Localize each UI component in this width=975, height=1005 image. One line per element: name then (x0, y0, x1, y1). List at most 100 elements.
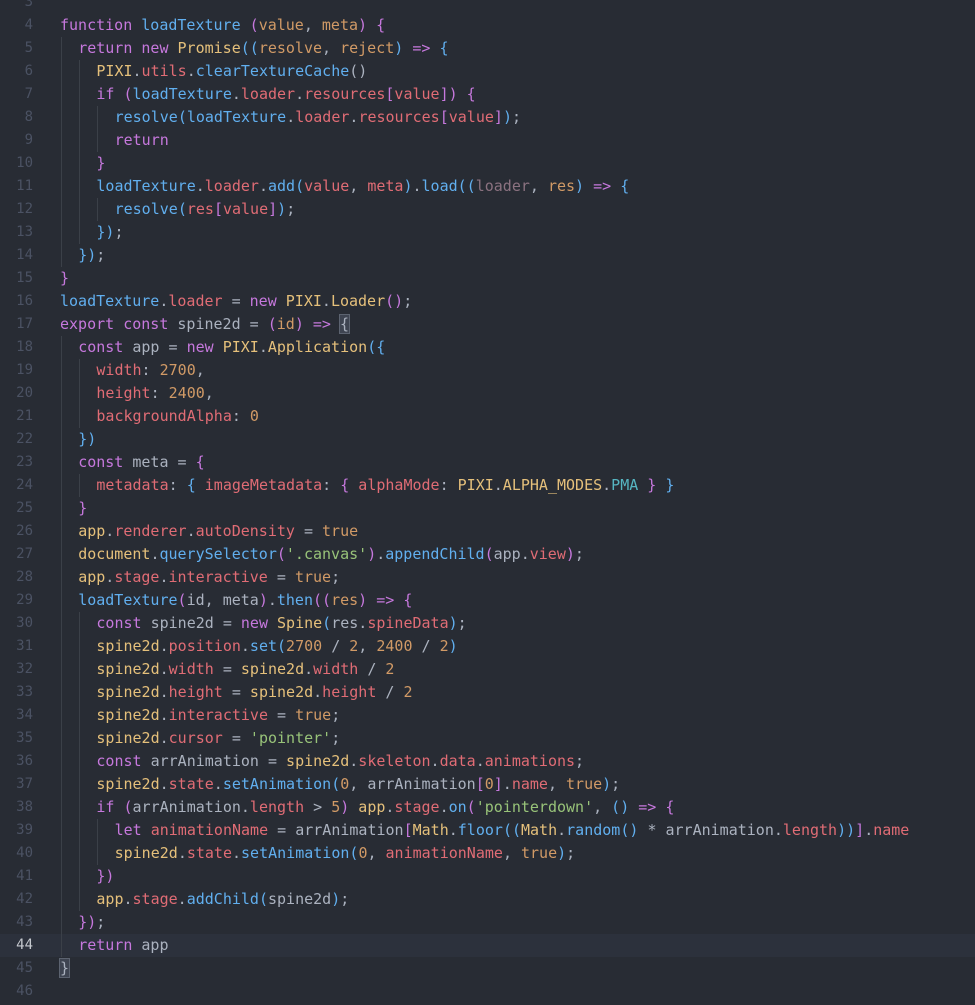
code-line[interactable]: 12 resolve(res[value]); (0, 198, 975, 221)
code-token: loader (168, 292, 223, 310)
code-token: { (338, 314, 351, 334)
code-token: id (186, 591, 205, 609)
code-token: (( (240, 39, 259, 57)
code-token: => (376, 591, 395, 609)
code-text: }) (96, 865, 114, 888)
code-token: state (186, 844, 232, 862)
code-line[interactable]: 19 width: 2700, (0, 359, 975, 382)
code-line[interactable]: 5 return new Promise((resolve, reject) =>… (0, 37, 975, 60)
code-line[interactable]: 35 spine2d.cursor = 'pointer'; (0, 727, 975, 750)
code-editor[interactable]: 3 4 function loadTexture (value, meta) {5 r… (0, 0, 975, 1003)
code-line[interactable]: 3 (0, 0, 975, 14)
code-token: on (448, 798, 467, 816)
code-line[interactable]: 11 loadTexture.loader.add(value, meta).lo… (0, 175, 975, 198)
code-line[interactable]: 6 PIXI.utils.clearTextureCache() (0, 60, 975, 83)
code-token: = (222, 660, 232, 678)
code-line[interactable]: 38 if (arrAnimation.length > 5) app.stage… (0, 796, 975, 819)
code-token: . (475, 752, 485, 770)
code-token: imageMetadata (204, 476, 323, 494)
code-line[interactable]: 31 spine2d.position.set(2700 / 2, 2400 / … (0, 635, 975, 658)
code-line[interactable]: 45} (0, 957, 975, 980)
code-text: } (78, 497, 87, 520)
code-token: , (349, 775, 368, 793)
code-line[interactable]: 15} (0, 267, 975, 290)
code-token: alphaMode (358, 476, 440, 494)
code-line[interactable]: 18 const app = new PIXI.Application({ (0, 336, 975, 359)
code-line[interactable]: 23 const meta = { (0, 451, 975, 474)
indent-guide (61, 129, 62, 152)
indent-guide (79, 175, 81, 198)
code-token: : (322, 476, 341, 494)
code-token: ; (286, 200, 296, 218)
code-line[interactable]: 34 spine2d.interactive = true; (0, 704, 975, 727)
code-line[interactable]: 16 loadTexture.loader = new PIXI.Loader()… (0, 290, 975, 313)
code-line[interactable]: 28 app.stage.interactive = true; (0, 566, 975, 589)
code-line[interactable]: 25} (0, 497, 975, 520)
code-token: animations (484, 752, 576, 770)
code-line[interactable]: 14}); (0, 244, 975, 267)
code-line[interactable]: 13}); (0, 221, 975, 244)
code-line[interactable]: 30 const spine2d = new Spine(res.spineDat… (0, 612, 975, 635)
code-token: . (358, 614, 368, 632)
code-line[interactable]: 26 app.renderer.autoDensity = true (0, 520, 975, 543)
indent-guide (79, 198, 81, 221)
code-token: PIXI (457, 476, 494, 494)
code-token: true (294, 568, 332, 586)
code-line[interactable]: 43}); (0, 911, 975, 934)
code-line[interactable]: 10} (0, 152, 975, 175)
code-token: ( (322, 614, 332, 632)
code-line[interactable]: 20 height: 2400, (0, 382, 975, 405)
code-line[interactable]: 42 app.stage.addChild(spine2d); (0, 888, 975, 911)
code-line[interactable]: 39 let animationName = arrAnimation[Math.… (0, 819, 975, 842)
code-token: , (358, 637, 377, 655)
code-token: renderer (114, 522, 187, 540)
line-number: 14 (16, 247, 33, 263)
code-token: data (439, 752, 476, 770)
code-line[interactable]: 7 if (loadTexture.loader.resources[value]… (0, 83, 975, 106)
code-line[interactable]: 4 function loadTexture (value, meta) { (0, 14, 975, 37)
code-token: . (258, 177, 268, 195)
code-line[interactable]: 37 spine2d.state.setAnimation(0, arrAnima… (0, 773, 975, 796)
code-token: loadTexture (60, 292, 160, 310)
code-line[interactable]: 9 return (0, 129, 975, 152)
code-line[interactable]: 33 spine2d.height = spine2d.height / 2 (0, 681, 975, 704)
code-line[interactable]: 29 loadTexture(id, meta).then((res) => { (0, 589, 975, 612)
code-token: ) (277, 200, 287, 218)
indent-guide (61, 842, 62, 865)
line-number: 10 (16, 155, 33, 171)
code-line[interactable]: 44 return app (0, 934, 975, 957)
code-token: interactive (168, 706, 268, 724)
indent-guide (97, 106, 99, 129)
indent-guide (79, 888, 81, 911)
code-token: } (58, 958, 71, 978)
code-token: 5 (331, 798, 341, 816)
code-line[interactable]: 36 const arrAnimation = spine2d.skeleton.… (0, 750, 975, 773)
code-line[interactable]: 46 (0, 980, 975, 1003)
code-token: width (168, 660, 214, 678)
code-token: . (258, 338, 268, 356)
code-line[interactable]: 24 metadata: { imageMetadata: { alphaMode… (0, 474, 975, 497)
code-text: }) (78, 428, 96, 451)
code-token: ; (331, 568, 341, 586)
code-token: }) (78, 430, 97, 448)
code-line[interactable]: 40 spine2d.state.setAnimation(0, animatio… (0, 842, 975, 865)
code-line[interactable]: 21 backgroundAlpha: 0 (0, 405, 975, 428)
indent-guide (79, 750, 81, 773)
code-token: ; (331, 706, 341, 724)
indent-guide (61, 773, 62, 796)
line-number: 19 (16, 362, 33, 378)
code-line[interactable]: 41}) (0, 865, 975, 888)
code-line[interactable]: 27 document.querySelector('.canvas').appe… (0, 543, 975, 566)
code-token: : (141, 361, 160, 379)
code-line[interactable]: 32 spine2d.width = spine2d.width / 2 (0, 658, 975, 681)
code-token: true (566, 775, 603, 793)
code-token: res (186, 200, 214, 218)
code-line[interactable]: 22}) (0, 428, 975, 451)
code-line[interactable]: 17 export const spine2d = (id) => { (0, 313, 975, 336)
code-line[interactable]: 8 resolve(loadTexture.loader.resources[va… (0, 106, 975, 129)
code-token: stage (394, 798, 440, 816)
